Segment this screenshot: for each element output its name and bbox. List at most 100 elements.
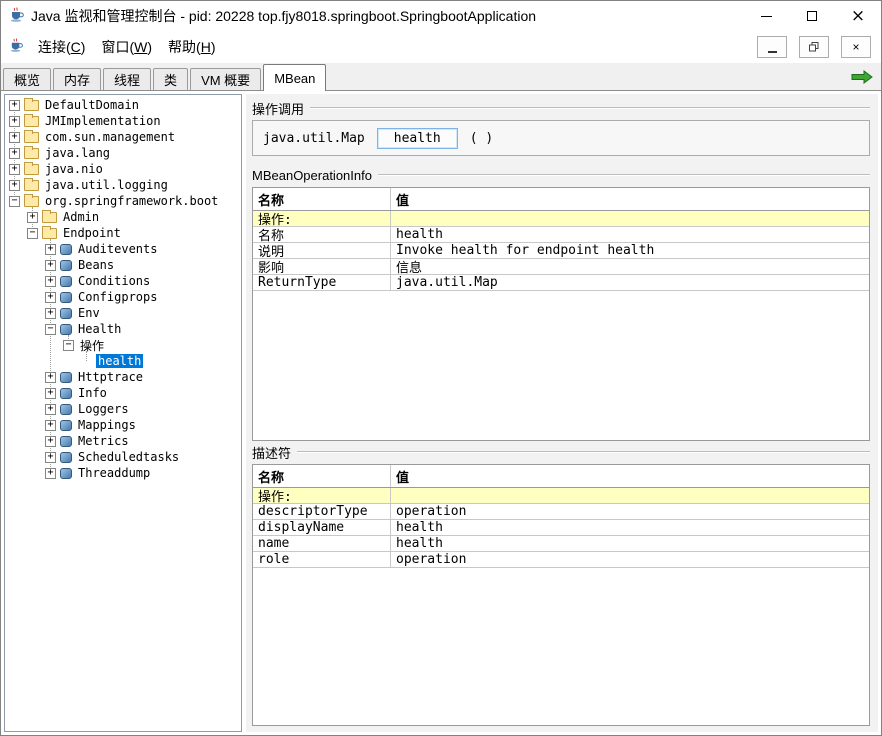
menubar: 连接(C)窗口(W)帮助(H) × xyxy=(1,31,881,63)
tree-node-jm-implementation[interactable]: +JMImplementation xyxy=(5,113,241,129)
tree-node-info[interactable]: + Info xyxy=(5,385,241,401)
menu-window[interactable]: 窗口(W) xyxy=(93,33,160,61)
expand-toggle-icon[interactable]: + xyxy=(9,148,20,159)
tab-memory[interactable]: 内存 xyxy=(53,68,101,90)
tree-node-java-lang[interactable]: +java.lang xyxy=(5,145,241,161)
tree-node-env[interactable]: + Env xyxy=(5,305,241,321)
window-minimize-button[interactable] xyxy=(743,1,789,31)
operation-invoke-title: 操作调用 xyxy=(252,99,310,118)
expand-toggle-icon[interactable]: + xyxy=(45,276,56,287)
expand-toggle-icon[interactable]: + xyxy=(45,452,56,463)
descriptor-row[interactable]: namehealth xyxy=(253,536,869,552)
expand-toggle-icon[interactable]: + xyxy=(45,388,56,399)
descriptor-column-header-name[interactable]: 名称 xyxy=(253,465,391,487)
expand-toggle-icon[interactable]: + xyxy=(45,292,56,303)
tree-node-health[interactable]: − Health xyxy=(5,321,241,337)
expand-toggle-icon[interactable]: + xyxy=(9,100,20,111)
tree-node-loggers[interactable]: +Loggers xyxy=(5,401,241,417)
invoke-health-button[interactable]: health xyxy=(377,128,458,149)
descriptor-column-header-value[interactable]: 值 xyxy=(391,465,869,487)
expand-toggle-icon[interactable]: + xyxy=(9,132,20,143)
tree-node-admin[interactable]: +Admin xyxy=(5,209,241,225)
tree-node-operations[interactable]: −操作 xyxy=(5,337,241,353)
descriptor-row[interactable]: descriptorTypeoperation xyxy=(253,504,869,520)
operation-info-row[interactable]: 操作: xyxy=(253,211,869,227)
tree-node-label: Env xyxy=(76,306,102,320)
expand-toggle-icon[interactable]: + xyxy=(45,308,56,319)
operation-return-type: java.util.Map xyxy=(263,131,365,146)
connection-status-icon[interactable] xyxy=(851,70,873,87)
menu-help[interactable]: 帮助(H) xyxy=(160,33,223,61)
expand-toggle-icon[interactable]: + xyxy=(45,436,56,447)
operation-info-column-header-value[interactable]: 值 xyxy=(391,188,869,210)
tab-overview[interactable]: 概览 xyxy=(3,68,51,90)
tree-node-mappings[interactable]: +Mappings xyxy=(5,417,241,433)
tree-node-auditevents[interactable]: + Auditevents xyxy=(5,241,241,257)
expand-toggle-icon[interactable]: + xyxy=(45,420,56,431)
tree-node-java-util-logging[interactable]: +java.util.logging xyxy=(5,177,241,193)
bean-icon xyxy=(60,292,72,303)
tree-node-conditions[interactable]: +Conditions xyxy=(5,273,241,289)
tab-vm-summary[interactable]: VM 概要 xyxy=(190,68,261,90)
collapse-toggle-icon[interactable]: − xyxy=(9,196,20,207)
tree-node-operation-health[interactable]: health xyxy=(5,353,241,369)
operation-info-header: MBeanOperationInfo xyxy=(252,166,870,184)
collapse-toggle-icon[interactable]: − xyxy=(63,340,74,351)
operation-info-row[interactable]: 影响信息 xyxy=(253,259,869,275)
tree-node-org-springframework-boot[interactable]: −org.springframework.boot xyxy=(5,193,241,209)
maximize-icon xyxy=(807,11,817,21)
internal-minimize-icon xyxy=(768,51,777,53)
menu-connection[interactable]: 连接(C) xyxy=(30,33,93,61)
tree-node-beans[interactable]: +Beans xyxy=(5,257,241,273)
bean-icon xyxy=(60,436,72,447)
tree-node-label: com.sun.management xyxy=(43,130,177,144)
tree-node-httptrace[interactable]: +Httptrace xyxy=(5,369,241,385)
internal-close-icon: × xyxy=(852,40,859,54)
expand-toggle-icon[interactable]: + xyxy=(9,180,20,191)
internal-restore-button[interactable] xyxy=(799,36,829,58)
menubar-items: 连接(C)窗口(W)帮助(H) xyxy=(30,33,224,61)
descriptor-name-cell: role xyxy=(253,552,391,567)
collapse-toggle-icon[interactable]: − xyxy=(45,324,56,335)
operation-info-row[interactable]: 名称health xyxy=(253,227,869,243)
descriptor-row[interactable]: roleoperation xyxy=(253,552,869,568)
descriptor-name-cell: displayName xyxy=(253,520,391,535)
internal-minimize-button[interactable] xyxy=(757,36,787,58)
window-close-button[interactable]: × xyxy=(835,1,881,31)
folder-icon xyxy=(24,100,39,111)
tree-node-threaddump[interactable]: +Threaddump xyxy=(5,465,241,481)
operation-info-row[interactable]: 说明Invoke health for endpoint health xyxy=(253,243,869,259)
tree-node-label: Info xyxy=(76,386,109,400)
descriptor-row[interactable]: 操作: xyxy=(253,488,869,504)
folder-icon xyxy=(24,164,39,175)
tree-node-label: Health xyxy=(76,322,123,336)
operation-info-header-row: 名称值 xyxy=(253,188,869,211)
tab-classes[interactable]: 类 xyxy=(153,68,188,90)
collapse-toggle-icon[interactable]: − xyxy=(27,228,38,239)
expand-toggle-icon[interactable]: + xyxy=(45,404,56,415)
expand-toggle-icon[interactable]: + xyxy=(45,372,56,383)
expand-toggle-icon[interactable]: + xyxy=(45,244,56,255)
tab-threads[interactable]: 线程 xyxy=(103,68,151,90)
tree-node-label: Auditevents xyxy=(76,242,159,256)
window-maximize-button[interactable] xyxy=(789,1,835,31)
descriptor-row[interactable]: displayNamehealth xyxy=(253,520,869,536)
operation-info-row[interactable]: ReturnTypejava.util.Map xyxy=(253,275,869,291)
tree-node-java-nio[interactable]: +java.nio xyxy=(5,161,241,177)
tree-node-com-sun-management[interactable]: + com.sun.management xyxy=(5,129,241,145)
internal-close-button[interactable]: × xyxy=(841,36,871,58)
expand-toggle-icon[interactable]: + xyxy=(45,260,56,271)
expand-toggle-icon[interactable]: + xyxy=(45,468,56,479)
bean-icon xyxy=(60,260,72,271)
tree-node-configprops[interactable]: +Configprops xyxy=(5,289,241,305)
tree-node-default-domain[interactable]: +DefaultDomain xyxy=(5,97,241,113)
expand-toggle-icon[interactable]: + xyxy=(9,164,20,175)
operation-info-column-header-name[interactable]: 名称 xyxy=(253,188,391,210)
tree-node-metrics[interactable]: +Metrics xyxy=(5,433,241,449)
expand-toggle-icon[interactable]: + xyxy=(9,116,20,127)
expand-toggle-icon[interactable]: + xyxy=(27,212,38,223)
tree-node-endpoint[interactable]: −Endpoint xyxy=(5,225,241,241)
tree-node-scheduledtasks[interactable]: +Scheduledtasks xyxy=(5,449,241,465)
restore-icon xyxy=(809,42,819,52)
tab-mbean[interactable]: MBean xyxy=(263,64,326,91)
